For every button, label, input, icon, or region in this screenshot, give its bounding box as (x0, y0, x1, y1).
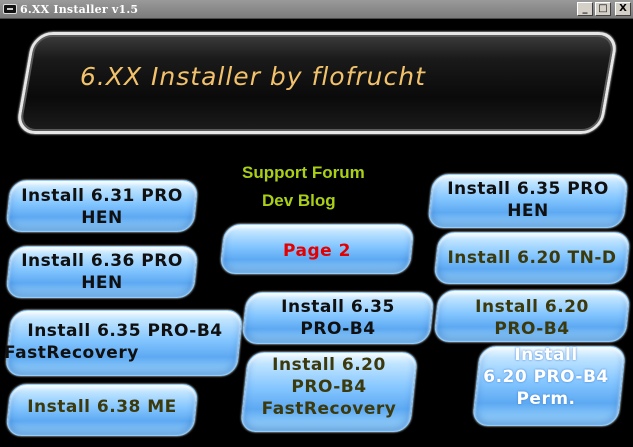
install-620-pro-b4-label[interactable]: Install 6.20 PRO-B4 (436, 296, 628, 340)
install-636-pro-hen-label[interactable]: Install 6.36 PRO HEN (8, 250, 196, 294)
install-635-pro-b4-fastrecovery-label[interactable]: Install 6.35 PRO-B4 FastRecovery (4, 320, 240, 364)
install-635-pro-b4-label[interactable]: Install 6.35 PRO-B4 (244, 296, 432, 340)
support-forum-link[interactable]: Support Forum (242, 163, 365, 183)
title-bar[interactable]: 6.XX Installer v1.5 _ □ X (0, 0, 633, 19)
install-631-pro-hen-label[interactable]: Install 6.31 PRO HEN (8, 185, 196, 229)
banner-title: 6.XX Installer by flofrucht (80, 62, 426, 91)
install-620-pro-b4-perm-label[interactable]: Install 6.20 PRO-B4 Perm. (466, 344, 626, 410)
app-icon (3, 4, 17, 14)
page-2-label[interactable]: Page 2 (222, 240, 412, 262)
install-620-tn-d-label[interactable]: Install 6.20 TN-D (432, 247, 632, 269)
maximize-button[interactable]: □ (595, 2, 611, 16)
install-638-me-label[interactable]: Install 6.38 ME (8, 396, 196, 418)
minimize-button[interactable]: _ (577, 2, 593, 16)
window-controls: _ □ X (577, 2, 631, 16)
close-button[interactable]: X (615, 2, 631, 16)
install-635-pro-hen-label[interactable]: Install 6.35 PRO HEN (430, 178, 626, 222)
install-620-pro-b4-fastrecovery-label[interactable]: Install 6.20 PRO-B4 FastRecovery (244, 354, 414, 420)
dev-blog-link[interactable]: Dev Blog (262, 191, 336, 211)
window-title: 6.XX Installer v1.5 (20, 2, 139, 16)
